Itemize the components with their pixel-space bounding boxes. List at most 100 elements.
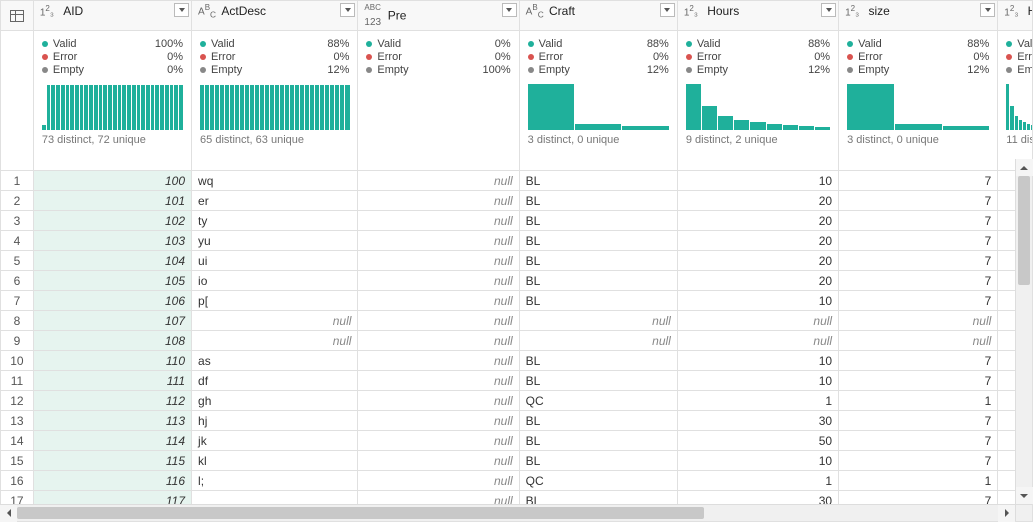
table-row[interactable]: 1100wqnullBL107 [1,171,1033,191]
value-histogram[interactable] [686,82,830,130]
cell-size[interactable]: 7 [839,291,998,311]
cell-size[interactable]: 7 [839,411,998,431]
cell-pre[interactable]: null [358,211,519,231]
cell-aid[interactable]: 113 [33,411,191,431]
cell-pre[interactable]: null [358,471,519,491]
cell-actdesc[interactable]: null [192,331,358,351]
vertical-scrollbar[interactable] [1015,159,1032,504]
scroll-up-arrow[interactable] [1016,159,1033,176]
table-row[interactable]: 4103yunullBL207 [1,231,1033,251]
cell-size[interactable]: 7 [839,211,998,231]
cell-hours[interactable]: null [677,311,838,331]
column-header-pre[interactable]: ABC123 Pre [358,1,519,31]
column-filter-dropdown[interactable] [502,3,517,17]
cell-size[interactable]: 7 [839,231,998,251]
column-filter-dropdown[interactable] [660,3,675,17]
cell-actdesc[interactable]: l; [192,471,358,491]
hscroll-thumb[interactable] [17,507,704,519]
table-row[interactable]: 17117nullBL307 [1,491,1033,504]
cell-craft[interactable]: BL [519,431,677,451]
datatype-icon[interactable]: ABC [198,3,218,19]
cell-actdesc[interactable]: io [192,271,358,291]
row-number[interactable]: 9 [1,331,34,351]
cell-craft[interactable]: BL [519,211,677,231]
table-row[interactable]: 6105ionullBL207 [1,271,1033,291]
cell-size[interactable]: 7 [839,451,998,471]
hscroll-track[interactable] [17,505,998,521]
cell-pre[interactable]: null [358,231,519,251]
table-row[interactable]: 8107nullnullnullnullnull [1,311,1033,331]
column-header-aid[interactable]: 12₃ AID [33,1,191,31]
cell-aid[interactable]: 112 [33,391,191,411]
row-number[interactable]: 14 [1,431,34,451]
datatype-icon[interactable]: 12₃ [40,4,60,18]
cell-pre[interactable]: null [358,271,519,291]
cell-size[interactable]: 7 [839,491,998,504]
cell-craft[interactable]: BL [519,371,677,391]
cell-craft[interactable]: BL [519,251,677,271]
cell-actdesc[interactable]: kl [192,451,358,471]
cell-actdesc[interactable]: as [192,351,358,371]
cell-size[interactable]: 1 [839,471,998,491]
cell-size[interactable]: 7 [839,271,998,291]
cell-size[interactable]: 7 [839,171,998,191]
cell-craft[interactable]: BL [519,491,677,504]
cell-hours[interactable]: 1 [677,471,838,491]
cell-aid[interactable]: 103 [33,231,191,251]
cell-pre[interactable]: null [358,491,519,504]
cell-aid[interactable]: 105 [33,271,191,291]
table-row[interactable]: 7106p[nullBL107 [1,291,1033,311]
cell-aid[interactable]: 114 [33,431,191,451]
cell-aid[interactable]: 101 [33,191,191,211]
column-filter-dropdown[interactable] [174,3,189,17]
scroll-right-arrow[interactable] [998,505,1015,522]
value-histogram[interactable] [1006,82,1032,130]
cell-craft[interactable]: BL [519,231,677,251]
row-number[interactable]: 5 [1,251,34,271]
vscroll-track[interactable] [1016,176,1032,487]
cell-hours[interactable]: 1 [677,391,838,411]
row-number[interactable]: 7 [1,291,34,311]
row-number[interactable]: 12 [1,391,34,411]
cell-hours[interactable]: 10 [677,291,838,311]
cell-actdesc[interactable]: p[ [192,291,358,311]
table-row[interactable]: 15115klnullBL107 [1,451,1033,471]
cell-pre[interactable]: null [358,411,519,431]
row-number[interactable]: 11 [1,371,34,391]
cell-aid[interactable]: 111 [33,371,191,391]
cell-craft[interactable]: null [519,311,677,331]
column-header-size[interactable]: 12₃ size [839,1,998,31]
datatype-icon[interactable]: ABC [526,3,546,19]
row-number[interactable]: 10 [1,351,34,371]
table-select-all[interactable] [1,1,34,31]
cell-aid[interactable]: 116 [33,471,191,491]
cell-aid[interactable]: 104 [33,251,191,271]
column-filter-dropdown[interactable] [340,3,355,17]
cell-aid[interactable]: 100 [33,171,191,191]
cell-hours[interactable]: 20 [677,251,838,271]
horizontal-scrollbar[interactable] [0,504,1015,521]
cell-actdesc[interactable]: jk [192,431,358,451]
cell-size[interactable]: 7 [839,351,998,371]
cell-aid[interactable]: 107 [33,311,191,331]
cell-actdesc[interactable]: ui [192,251,358,271]
table-row[interactable]: 12112ghnullQC11 [1,391,1033,411]
row-number[interactable]: 2 [1,191,34,211]
cell-aid[interactable]: 106 [33,291,191,311]
datatype-icon[interactable]: ABC123 [364,3,384,28]
datatype-icon[interactable]: 12₃ [684,4,704,18]
cell-actdesc[interactable]: wq [192,171,358,191]
cell-aid[interactable]: 102 [33,211,191,231]
cell-hours[interactable]: 20 [677,191,838,211]
scroll-left-arrow[interactable] [0,505,17,522]
cell-pre[interactable]: null [358,331,519,351]
cell-craft[interactable]: BL [519,171,677,191]
cell-pre[interactable]: null [358,291,519,311]
cell-actdesc[interactable]: null [192,311,358,331]
cell-size[interactable]: 7 [839,251,998,271]
cell-hours[interactable]: 10 [677,451,838,471]
cell-size[interactable]: 7 [839,371,998,391]
value-histogram[interactable] [528,82,669,130]
row-number[interactable]: 17 [1,491,34,504]
cell-actdesc[interactable] [192,491,358,504]
